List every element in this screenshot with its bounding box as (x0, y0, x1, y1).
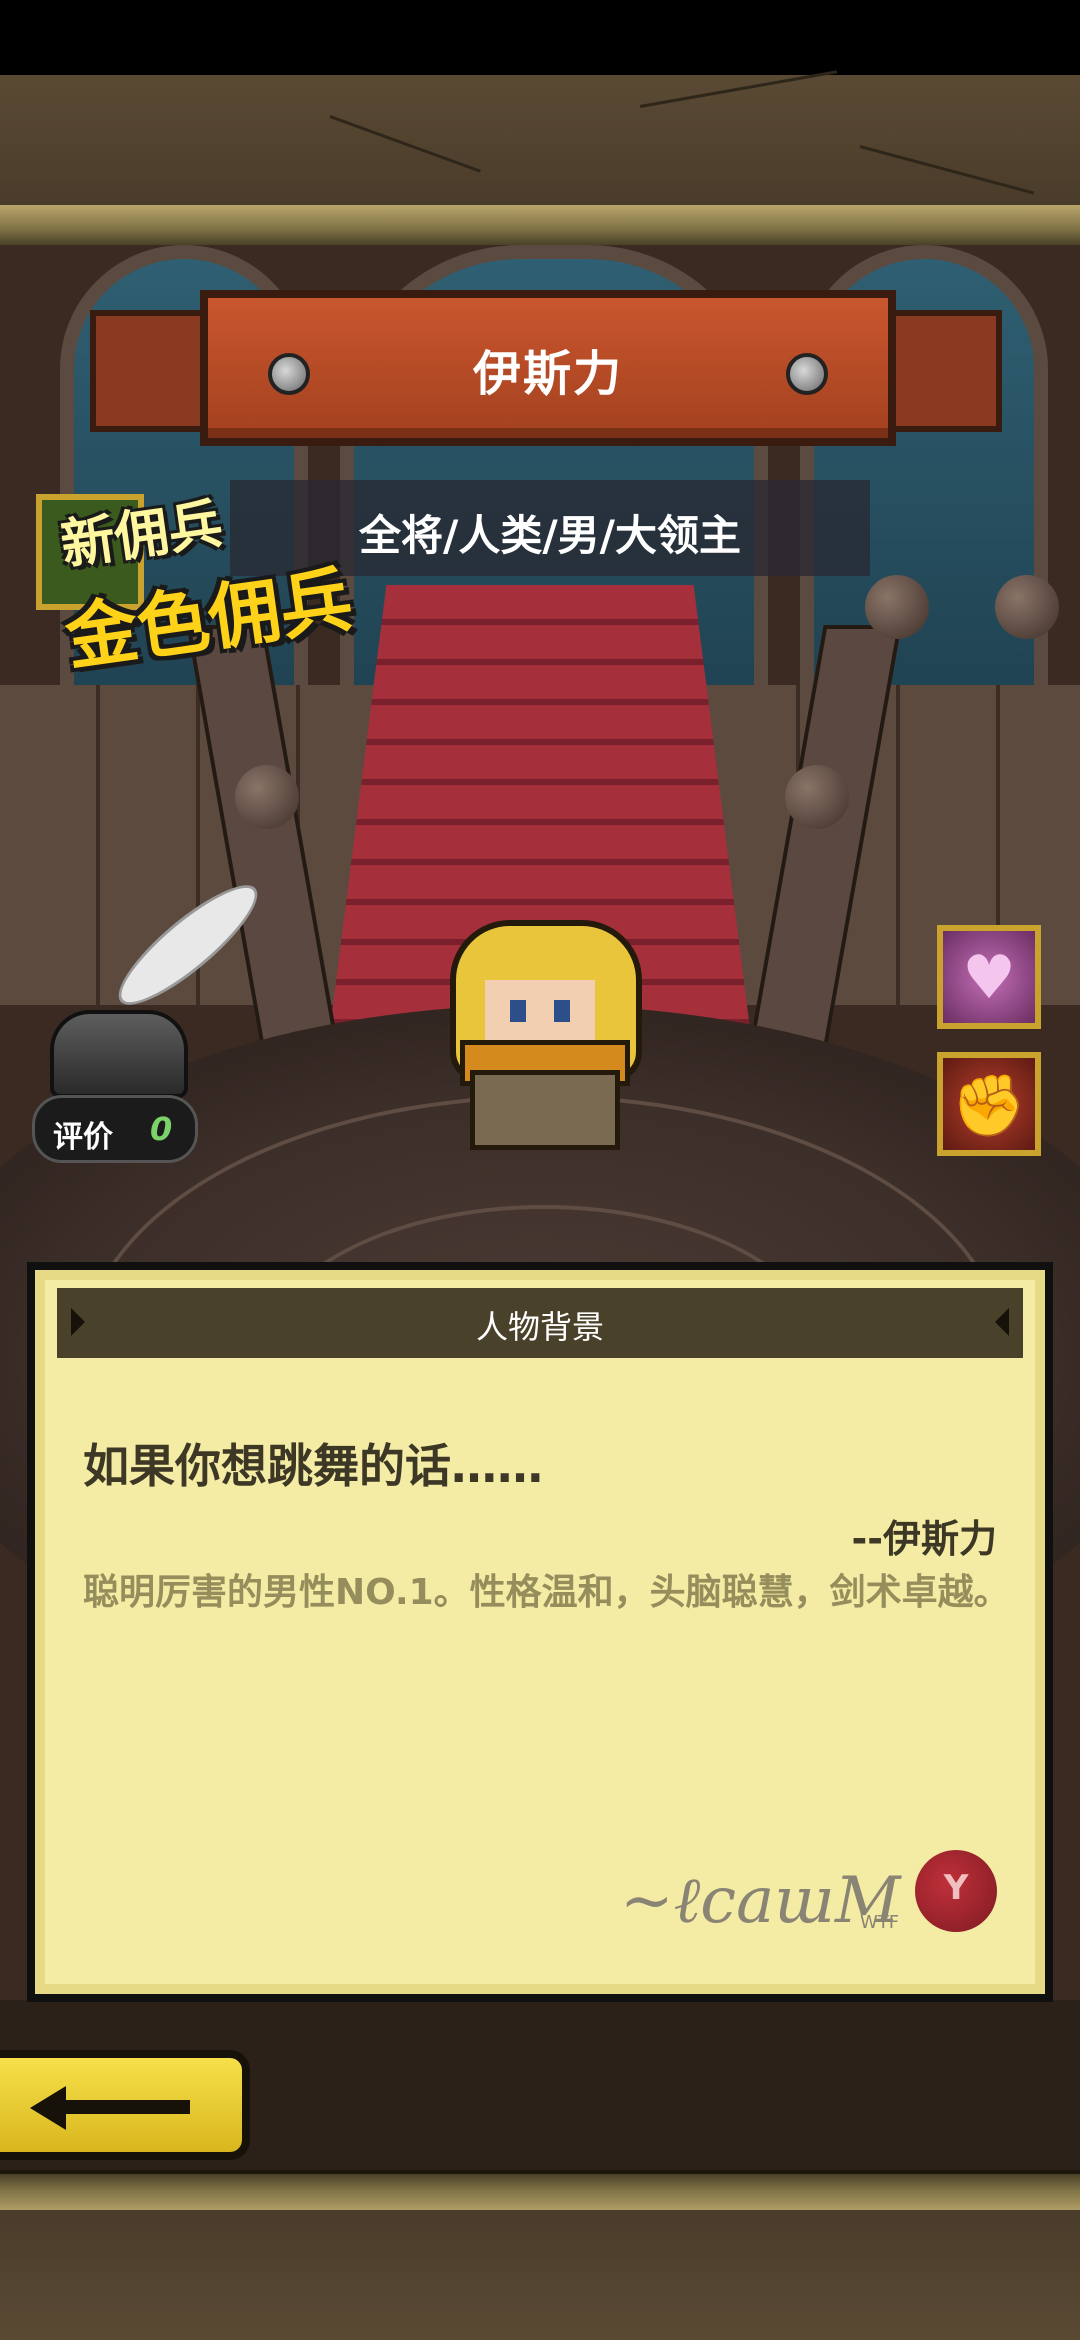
gauntlet-fist-icon[interactable]: ✊ (937, 1052, 1041, 1156)
rating-label: 评价 (53, 1120, 113, 1155)
hero-body (470, 1070, 620, 1150)
hero-name: 伊斯力 (472, 346, 623, 402)
rating-value: 0 (150, 1110, 173, 1148)
inkwell-quill-icon[interactable] (40, 869, 272, 1100)
new-mercenary-badge: 新佣兵 金色佣兵 (30, 490, 370, 681)
signature-mark: WTF (860, 1912, 900, 1933)
signature: ~ℓcaɯM WTF (620, 1850, 910, 1938)
arrow-right-icon (995, 1308, 1009, 1336)
wax-seal-icon: Y (915, 1850, 997, 1932)
hero-name-banner: 伊斯力 (90, 290, 1002, 450)
hero-eye (510, 1000, 526, 1022)
character-background-panel: 人物背景 如果你想跳舞的话…… --伊斯力 聪明厉害的男性NO.1。性格温和，头… (27, 1262, 1053, 2002)
banner-ribbon: 伊斯力 (200, 290, 896, 446)
ink-pot-icon (50, 1010, 188, 1098)
railing-orb (785, 765, 849, 829)
back-button[interactable] (0, 2050, 250, 2160)
seal-mark: Y (943, 1868, 969, 1908)
gold-frame-top (0, 205, 1080, 249)
hero-description: 聪明厉害的男性NO.1。性格温和，头脑聪慧，剑术卓越。 (83, 1572, 1010, 1613)
rating-badge[interactable]: 评价 0 (32, 1095, 198, 1163)
hero-eye (554, 1000, 570, 1022)
panel-header: 人物背景 (57, 1288, 1023, 1358)
back-arrow-shaft (60, 2100, 190, 2114)
broken-heart-icon[interactable]: ♥ (937, 925, 1041, 1029)
bottom-parchment-border (0, 2210, 1080, 2340)
top-parchment-border (0, 70, 1080, 205)
gold-frame-bottom (0, 2170, 1080, 2214)
hero-quote: 如果你想跳舞的话…… (83, 1439, 543, 1493)
railing-orb (235, 765, 299, 829)
railing-orb (865, 575, 929, 639)
hero-sprite (440, 920, 642, 1150)
panel-title: 人物背景 (475, 1308, 604, 1346)
status-bar (0, 0, 1080, 75)
railing-orb (995, 575, 1059, 639)
signature-scrawl: ~ℓcaɯM (620, 1864, 901, 1938)
quote-author: --伊斯力 (851, 1517, 997, 1561)
